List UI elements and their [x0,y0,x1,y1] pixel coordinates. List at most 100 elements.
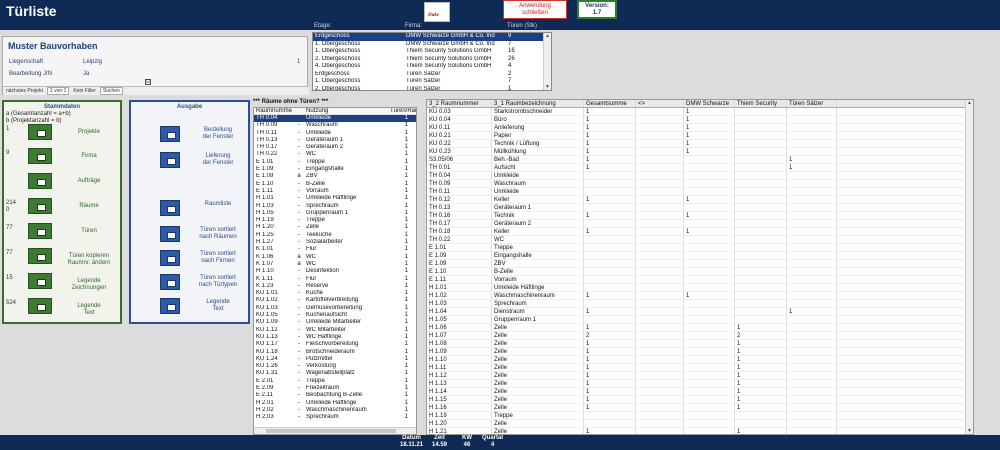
table-cell[interactable]: H 1.20 [427,420,492,427]
table-cell[interactable] [787,300,837,307]
table-cell[interactable] [636,188,684,195]
table-cell[interactable] [787,316,837,323]
table-cell[interactable] [787,412,837,419]
floor-list-item[interactable]: 4. Obergeschoss Thiem Security Solutions … [313,63,551,71]
table-row[interactable]: KÜ 0.22 Technik / Lüftung 1 1 [427,140,973,148]
table-cell[interactable] [636,372,684,379]
table-cell[interactable]: H 1.06 [427,324,492,331]
table-cell[interactable]: TH 0.22 [427,236,492,243]
table-cell[interactable] [636,116,684,123]
table-cell[interactable] [787,220,837,227]
print-report-button[interactable] [160,152,180,168]
table-cell[interactable]: H 1.19 [427,412,492,419]
table-cell[interactable]: E 1.09 [427,252,492,259]
table-cell[interactable]: E 1.09 [427,260,492,267]
table-cell[interactable] [636,412,684,419]
table-cell[interactable]: 1 [584,132,636,139]
table-cell[interactable] [735,316,787,323]
table-cell[interactable]: 1 [584,428,636,434]
table-cell[interactable] [787,356,837,363]
table-cell[interactable] [684,180,735,187]
table-row[interactable]: TH 0.01 Aufsicht 1 1 [427,164,973,172]
table-cell[interactable] [735,148,787,155]
table-cell[interactable]: TH 0.17 [427,220,492,227]
table-cell[interactable] [684,404,735,411]
table-cell[interactable] [584,420,636,427]
rooms-horizontal-scrollbar[interactable] [254,427,416,434]
table-cell[interactable] [636,204,684,211]
table-cell[interactable]: 1 [735,364,787,371]
table-cell[interactable] [787,180,837,187]
table-cell[interactable] [787,252,837,259]
room-row[interactable]: KÜ 1.26 - Verkostung 1 [254,363,416,370]
table-row[interactable]: H 1.04 Dienstraum 1 1 [427,308,973,316]
table-row[interactable]: TH 0.22 WC [427,236,973,244]
table-cell[interactable] [735,188,787,195]
table-cell[interactable]: H 1.01 [427,284,492,291]
room-row[interactable]: E 1.09 - Eingangshalle 1 [254,166,416,173]
sheet-scroll-up-icon[interactable]: ▲ [967,100,972,106]
table-cell[interactable] [684,268,735,275]
table-cell[interactable]: 1 [684,148,735,155]
table-cell[interactable] [787,132,837,139]
col-thiem[interactable]: Thiem Security [735,100,787,107]
table-cell[interactable]: 1 [684,108,735,115]
table-row[interactable]: TH 0.17 Geräteraum 2 [427,220,973,228]
room-row[interactable]: E 1.01 - Treppe 1 [254,159,416,166]
table-cell[interactable] [636,148,684,155]
table-cell[interactable]: Geräteraum 2 [492,220,584,227]
table-cell[interactable] [636,300,684,307]
table-cell[interactable]: 1 [735,404,787,411]
table-row[interactable]: H 1.11 Zelle 1 1 [427,364,973,372]
table-cell[interactable] [735,132,787,139]
table-cell[interactable]: Gruppenraum 1 [492,316,584,323]
table-cell[interactable]: H 1.13 [427,380,492,387]
table-cell[interactable]: KÜ 0.11 [427,124,492,131]
table-cell[interactable]: 1 [584,212,636,219]
door-summary-sheet[interactable]: 3_2 Raumnummer 3_1 Raumbezeichnung Gesam… [426,99,974,435]
table-cell[interactable] [684,364,735,371]
table-cell[interactable] [787,284,837,291]
table-cell[interactable] [735,252,787,259]
table-cell[interactable]: 1 [584,116,636,123]
table-cell[interactable] [684,412,735,419]
table-cell[interactable]: Umkleide [492,188,584,195]
room-row[interactable]: KÜ 1.18 - Brotschneideraum 1 [254,349,416,356]
table-cell[interactable] [787,244,837,251]
table-cell[interactable] [787,372,837,379]
table-cell[interactable]: 1 [584,340,636,347]
table-cell[interactable]: E 1.10 [427,268,492,275]
table-cell[interactable]: WC [492,236,584,243]
table-cell[interactable] [735,276,787,283]
table-cell[interactable]: 1 [584,380,636,387]
table-cell[interactable]: 1 [584,156,636,163]
scroll-up-icon[interactable]: ▲ [545,33,550,39]
table-cell[interactable]: Technik [492,212,584,219]
table-row[interactable]: H 1.20 Zelle [427,420,973,428]
table-cell[interactable]: 1 [684,196,735,203]
room-row[interactable]: TH 0.11 - Umkleide 1 [254,130,416,137]
table-cell[interactable] [787,404,837,411]
table-cell[interactable] [636,156,684,163]
processing-checkbox[interactable]: ☑ [145,79,151,85]
table-row[interactable]: KÜ 0.04 Büro 1 1 [427,116,973,124]
table-cell[interactable] [684,348,735,355]
table-cell[interactable]: Zelle [492,380,584,387]
table-cell[interactable] [787,396,837,403]
table-cell[interactable]: KÜ 0.22 [427,140,492,147]
table-cell[interactable] [735,172,787,179]
table-row[interactable]: H 1.02 Waschmaschinenraum 1 1 [427,292,973,300]
table-cell[interactable]: 1 [584,148,636,155]
room-row[interactable]: TH 0.13 - Geräteraum 1 1 [254,137,416,144]
print-report-button[interactable] [160,226,180,242]
table-cell[interactable] [787,212,837,219]
table-cell[interactable]: 1 [584,388,636,395]
table-row[interactable]: H 1.01 Umkleide Häftlinge [427,284,973,292]
table-cell[interactable] [684,172,735,179]
room-row[interactable]: E 1.09 a ZBV 1 [254,173,416,180]
table-cell[interactable]: KÜ 0.21 [427,132,492,139]
table-cell[interactable]: 1 [584,196,636,203]
table-cell[interactable] [735,156,787,163]
table-row[interactable]: TH 0.12 Keller 1 1 [427,196,973,204]
floor-list-item[interactable]: Erdgeschoss Türen Sälzer 2 [313,71,551,79]
